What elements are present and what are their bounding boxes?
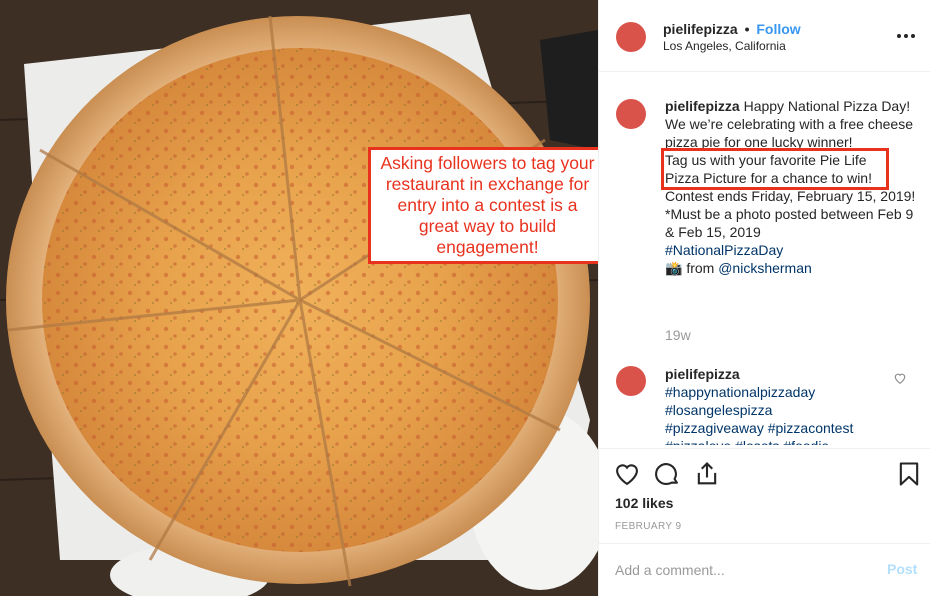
more-options-icon[interactable] — [897, 28, 921, 44]
pizza-image — [0, 0, 598, 596]
avatar[interactable] — [616, 22, 646, 52]
share-icon[interactable] — [693, 460, 721, 488]
post-photo[interactable] — [0, 0, 598, 596]
caption-username[interactable]: pielifepizza — [665, 98, 740, 114]
post-panel: pielifepizza • Follow Los Angeles, Calif… — [598, 0, 930, 596]
caption-hashtag[interactable]: #NationalPizzaDay — [665, 241, 917, 259]
post-button[interactable]: Post — [887, 561, 917, 577]
post-time[interactable]: 19w — [665, 327, 691, 343]
comment: pielifepizza #happynationalpizzaday #los… — [665, 365, 885, 445]
comments-section[interactable]: pielifepizza Happy National Pizza Day! W… — [599, 73, 930, 445]
header-separator: • — [744, 21, 750, 37]
camera-icon: 📸 — [665, 260, 683, 276]
small-heart-icon[interactable] — [893, 371, 907, 385]
actions-bar: 102 likes FEBRUARY 9 Post — [599, 448, 930, 596]
annotation-text: Asking followers to tag your restaurant … — [380, 153, 595, 257]
comment-tag[interactable]: #losangelespizza — [665, 401, 885, 419]
mention-link[interactable]: @nicksherman — [718, 260, 812, 276]
post-date: FEBRUARY 9 — [615, 521, 682, 532]
comment-icon[interactable] — [653, 460, 681, 488]
comment-tag[interactable]: #happynationalpizzaday — [665, 383, 885, 401]
header-user-line: pielifepizza • Follow — [663, 21, 801, 37]
bookmark-icon[interactable] — [895, 460, 923, 488]
post-header: pielifepizza • Follow Los Angeles, Calif… — [599, 0, 930, 72]
caption-line3: Contest ends Friday, February 15, 2019! … — [665, 188, 916, 240]
annotation-callout: Asking followers to tag your restaurant … — [368, 147, 607, 264]
comment-username[interactable]: pielifepizza — [665, 365, 885, 383]
caption-line1: Happy National Pizza Day! — [743, 98, 911, 114]
heart-icon[interactable] — [613, 460, 641, 488]
header-username[interactable]: pielifepizza — [663, 21, 738, 37]
location-link[interactable]: Los Angeles, California — [663, 39, 786, 53]
likes-count[interactable]: 102 likes — [615, 495, 673, 511]
comment-tag[interactable]: #pizzagiveaway #pizzacontest — [665, 419, 885, 437]
caption-line2: We we’re celebrating with a free cheese … — [665, 116, 913, 150]
caption: pielifepizza Happy National Pizza Day! W… — [661, 97, 917, 277]
add-comment-bar: Post — [599, 543, 930, 596]
comment-avatar[interactable] — [616, 366, 646, 396]
follow-button[interactable]: Follow — [756, 21, 800, 37]
comment-tag[interactable]: #pizzalove #losots #foodie — [665, 437, 885, 445]
caption-highlight: Tag us with your favorite Pie Life Pizza… — [661, 148, 889, 190]
comment-input[interactable] — [615, 560, 865, 580]
from-text: from — [686, 260, 715, 276]
caption-avatar[interactable] — [616, 99, 646, 129]
caption-credit: 📸 from @nicksherman — [665, 259, 917, 277]
